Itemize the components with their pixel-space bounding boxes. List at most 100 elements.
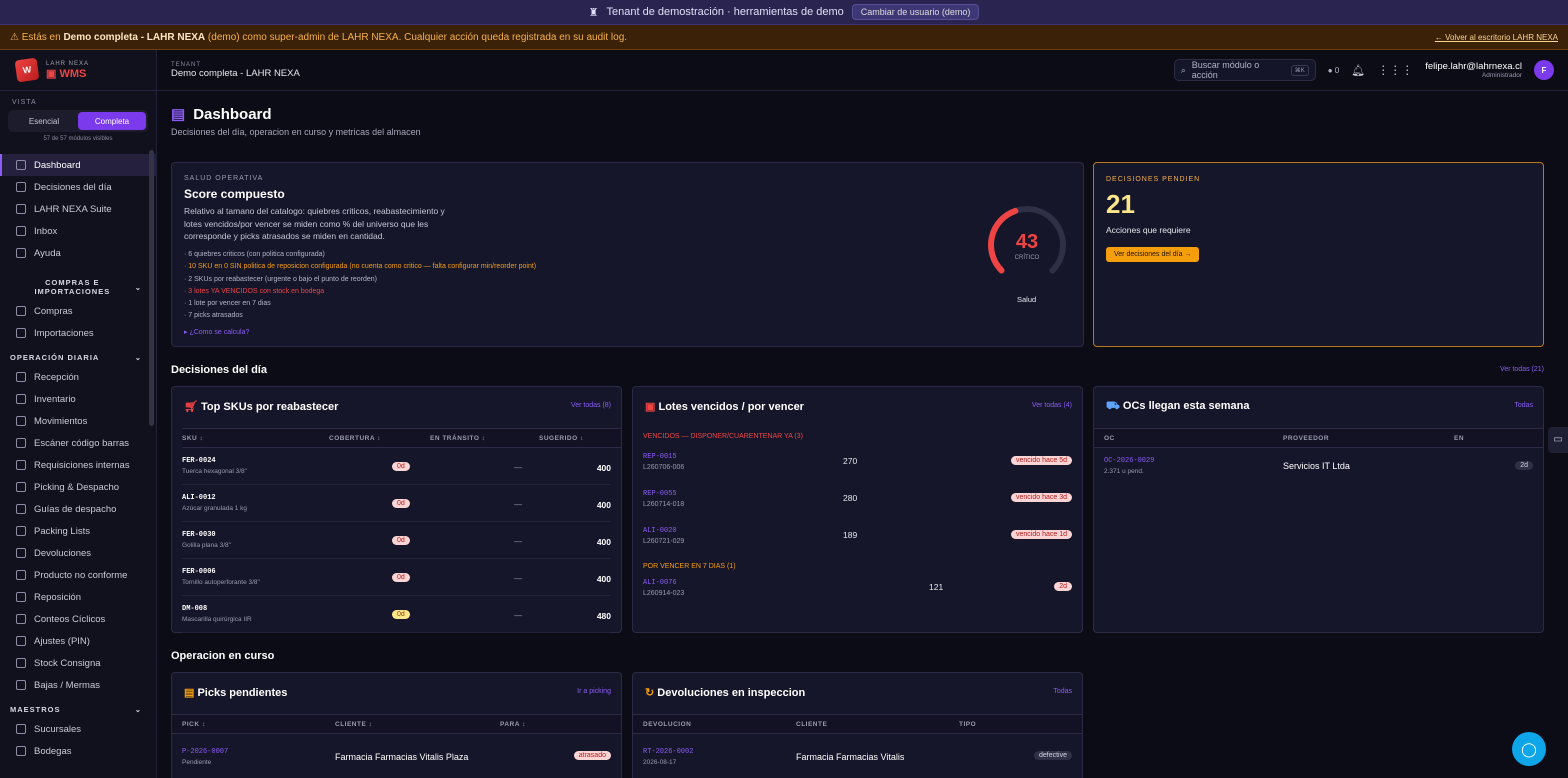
- chat-button[interactable]: ◯: [1512, 732, 1546, 766]
- reabastecer-header-row: SKU ↕ COBERTURA ↕ EN TRÁNSITO ↕ SUGERIDO…: [182, 428, 621, 448]
- sidebar-item-movimientos[interactable]: Movimientos: [0, 410, 156, 432]
- devol-row[interactable]: RT-2026-0002 2026-08-17 Farmacia Farmaci…: [643, 748, 1072, 778]
- pick-row[interactable]: P-2026-0007 Pendiente Farmacia Farmacias…: [182, 748, 611, 778]
- nav-section-header[interactable]: MAESTROS ⌄: [0, 700, 156, 718]
- sidebar-item-bajas-mermas[interactable]: Bajas / Mermas: [0, 674, 156, 696]
- lote-qty: 189: [843, 530, 858, 540]
- back-to-desktop-link[interactable]: ← Volver al escritorio LAHR NEXA: [1435, 33, 1558, 42]
- sidebar-item-packing-lists[interactable]: Packing Lists: [0, 520, 156, 542]
- table-row[interactable]: FER-0006 Tornillo autoperforante 3/8" 0d —4…: [182, 560, 611, 596]
- decisiones-card: DECISIONES PENDIEN 21 Acciones que requi…: [1093, 162, 1544, 347]
- lote-row[interactable]: ALI-0020 L260721-029 189 vencido hace 1d: [643, 527, 1072, 559]
- lote-code[interactable]: ALI-0076: [643, 579, 1072, 587]
- sidebar-item-picking-despacho[interactable]: Picking & Despacho: [0, 476, 156, 498]
- col-para[interactable]: PARA ↕: [500, 721, 526, 728]
- col-sku[interactable]: SKU ↕: [182, 435, 203, 442]
- lote-id: L260714-018: [643, 501, 685, 508]
- apps-grid-icon[interactable]: ⋮⋮⋮: [1377, 63, 1413, 77]
- sidebar-item-bodegas[interactable]: Bodegas: [0, 740, 156, 762]
- salud-title: Score compuesto: [184, 187, 285, 201]
- sidebar-item-decisiones-del-día[interactable]: Decisiones del día: [0, 176, 156, 198]
- sidebar-item-inventario[interactable]: Inventario: [0, 388, 156, 410]
- sidebar-item-label: Sucursales: [34, 723, 81, 735]
- lote-row[interactable]: ALI-0076 L260914-023 121 2d: [643, 579, 1072, 615]
- sugerido-value: 400: [596, 574, 611, 584]
- avatar[interactable]: F: [1534, 60, 1554, 80]
- sidebar-scrollbar[interactable]: [149, 150, 154, 426]
- lote-code[interactable]: REP-0015: [643, 453, 1072, 461]
- nav-section-header[interactable]: OPERACIÓN DIARIA ⌄: [0, 348, 156, 366]
- user-menu[interactable]: felipe.lahr@lahrnexa.cl Administrador: [1425, 61, 1522, 79]
- ir-a-picking-link[interactable]: Ir a picking: [577, 688, 611, 695]
- sidebar-item-reposición[interactable]: Reposición: [0, 586, 156, 608]
- sidebar-item-requisiciones-internas[interactable]: Requisiciones internas: [0, 454, 156, 476]
- ver-decisiones-button[interactable]: Ver decisiones del día →: [1106, 247, 1200, 262]
- side-comment-tab[interactable]: ▭: [1548, 427, 1568, 453]
- lote-code[interactable]: ALI-0020: [643, 527, 1072, 535]
- sidebar-item-ajustes-pin-[interactable]: Ajustes (PIN): [0, 630, 156, 652]
- sidebar-item-lahr-nexa-suite[interactable]: LAHR NEXA Suite: [0, 198, 156, 220]
- sidebar-item-devoluciones[interactable]: Devoluciones: [0, 542, 156, 564]
- sidebar-item-compras[interactable]: Compras: [0, 300, 156, 322]
- status-indicator[interactable]: ● 0: [1328, 66, 1340, 75]
- cart-icon: 🛒︎: [184, 401, 198, 413]
- sidebar-item-inbox[interactable]: Inbox: [0, 220, 156, 242]
- sidebar-item-recepción[interactable]: Recepción: [0, 366, 156, 388]
- table-row[interactable]: ALI-0012 Azúcar granulada 1 kg 0d —400: [182, 486, 611, 522]
- table-row[interactable]: FER-0030 Golilla plana 3/8" 0d —400: [182, 523, 611, 559]
- transito-value: —: [514, 611, 522, 620]
- col-cliente[interactable]: CLIENTE ↕: [335, 721, 372, 728]
- table-row[interactable]: DM-008 Mascarilla quirúrgica IIR 0d —480: [182, 597, 611, 633]
- nav-section-header[interactable]: COMPRAS E IMPORTACIONES ⌄: [0, 274, 156, 300]
- nav-item-icon: [16, 526, 26, 536]
- table-row[interactable]: FER-0024 Tuerca hexagonal 3/8" 0d —400: [182, 449, 611, 485]
- sidebar-item-label: Ajustes (PIN): [34, 635, 90, 647]
- nav: Dashboard Decisiones del día LAHR NEXA Sui…: [0, 154, 156, 762]
- reabastecer-ver-todas-link[interactable]: Ver todas (8): [571, 402, 611, 409]
- ver-todas-decisiones-link[interactable]: Ver todas (21): [1500, 366, 1544, 373]
- sidebar-item-label: Conteos Cíclicos: [34, 613, 106, 625]
- lote-row[interactable]: REP-0055 L260714-018 280 vencido hace 3d: [643, 490, 1072, 522]
- search-input[interactable]: ⌕ Buscar módulo o acción ⌘K: [1173, 59, 1316, 81]
- sidebar-item-dashboard[interactable]: Dashboard: [0, 154, 156, 176]
- decisiones-count: 21: [1106, 189, 1135, 219]
- ocs-todas-link[interactable]: Todas: [1514, 402, 1533, 409]
- salud-item: · 10 SKU en 0 SIN politica de reposicion…: [184, 263, 537, 271]
- bell-icon[interactable]: 🔔︎: [1351, 64, 1365, 77]
- col-pick[interactable]: PICK ↕: [182, 721, 206, 728]
- sidebar-item-producto-no-conforme[interactable]: Producto no conforme: [0, 564, 156, 586]
- brand[interactable]: W LAHR NEXA ▣ WMS: [0, 50, 156, 91]
- sidebar-item-label: Compras: [34, 305, 73, 317]
- col-cobertura[interactable]: COBERTURA ↕: [329, 435, 381, 442]
- sidebar-item-sucursales[interactable]: Sucursales: [0, 718, 156, 740]
- lote-qty: 280: [843, 493, 858, 503]
- devoluciones-todas-link[interactable]: Todas: [1053, 688, 1072, 695]
- lote-code[interactable]: REP-0055: [643, 490, 1072, 498]
- sidebar-item-conteos-cíclicos[interactable]: Conteos Cíclicos: [0, 608, 156, 630]
- sidebar-item-guías-de-despacho[interactable]: Guías de despacho: [0, 498, 156, 520]
- oc-row[interactable]: OC-2026-0029 2.371 u pend. Servicios IT …: [1104, 457, 1533, 487]
- lotes-ver-todas-link[interactable]: Ver todas (4): [1032, 402, 1072, 409]
- oc-proveedor: Servicios IT Ltda: [1283, 461, 1350, 471]
- devoluciones-title: ↻ Devoluciones en inspeccion: [645, 687, 806, 699]
- sidebar-item-stock-consigna[interactable]: Stock Consigna: [0, 652, 156, 674]
- transito-value: —: [514, 537, 522, 546]
- how-calculated-link[interactable]: ▸ ¿Como se calcula?: [184, 328, 249, 336]
- col-sugerido[interactable]: SUGERIDO ↕: [539, 435, 584, 442]
- devoluciones-card: ↻ Devoluciones en inspeccion Todas DEVOL…: [632, 672, 1083, 778]
- col-devol-cliente: CLIENTE: [796, 721, 828, 728]
- lote-row[interactable]: REP-0015 L260706-006 270 vencido hace 5d: [643, 453, 1072, 485]
- sidebar-item-label: Bajas / Mermas: [34, 679, 100, 691]
- sidebar-item-ayuda[interactable]: Ayuda: [0, 242, 156, 264]
- vista-esencial-button[interactable]: Esencial: [10, 112, 78, 130]
- decisiones-label: DECISIONES PENDIEN: [1106, 176, 1201, 183]
- chevron-down-icon: ⌄: [134, 352, 142, 362]
- vista-completa-button[interactable]: Completa: [78, 112, 146, 130]
- switch-user-button[interactable]: Cambiar de usuario (demo): [851, 4, 980, 20]
- col-transito[interactable]: EN TRÁNSITO ↕: [430, 435, 486, 442]
- nav-item-icon: [16, 248, 26, 258]
- demo-topbar: ♜ Tenant de demostración · herramientas …: [0, 0, 1568, 25]
- nav-section-label: MAESTROS: [10, 704, 61, 714]
- sidebar-item-escáner-código-barras[interactable]: Escáner código barras: [0, 432, 156, 454]
- sidebar-item-importaciones[interactable]: Importaciones: [0, 322, 156, 344]
